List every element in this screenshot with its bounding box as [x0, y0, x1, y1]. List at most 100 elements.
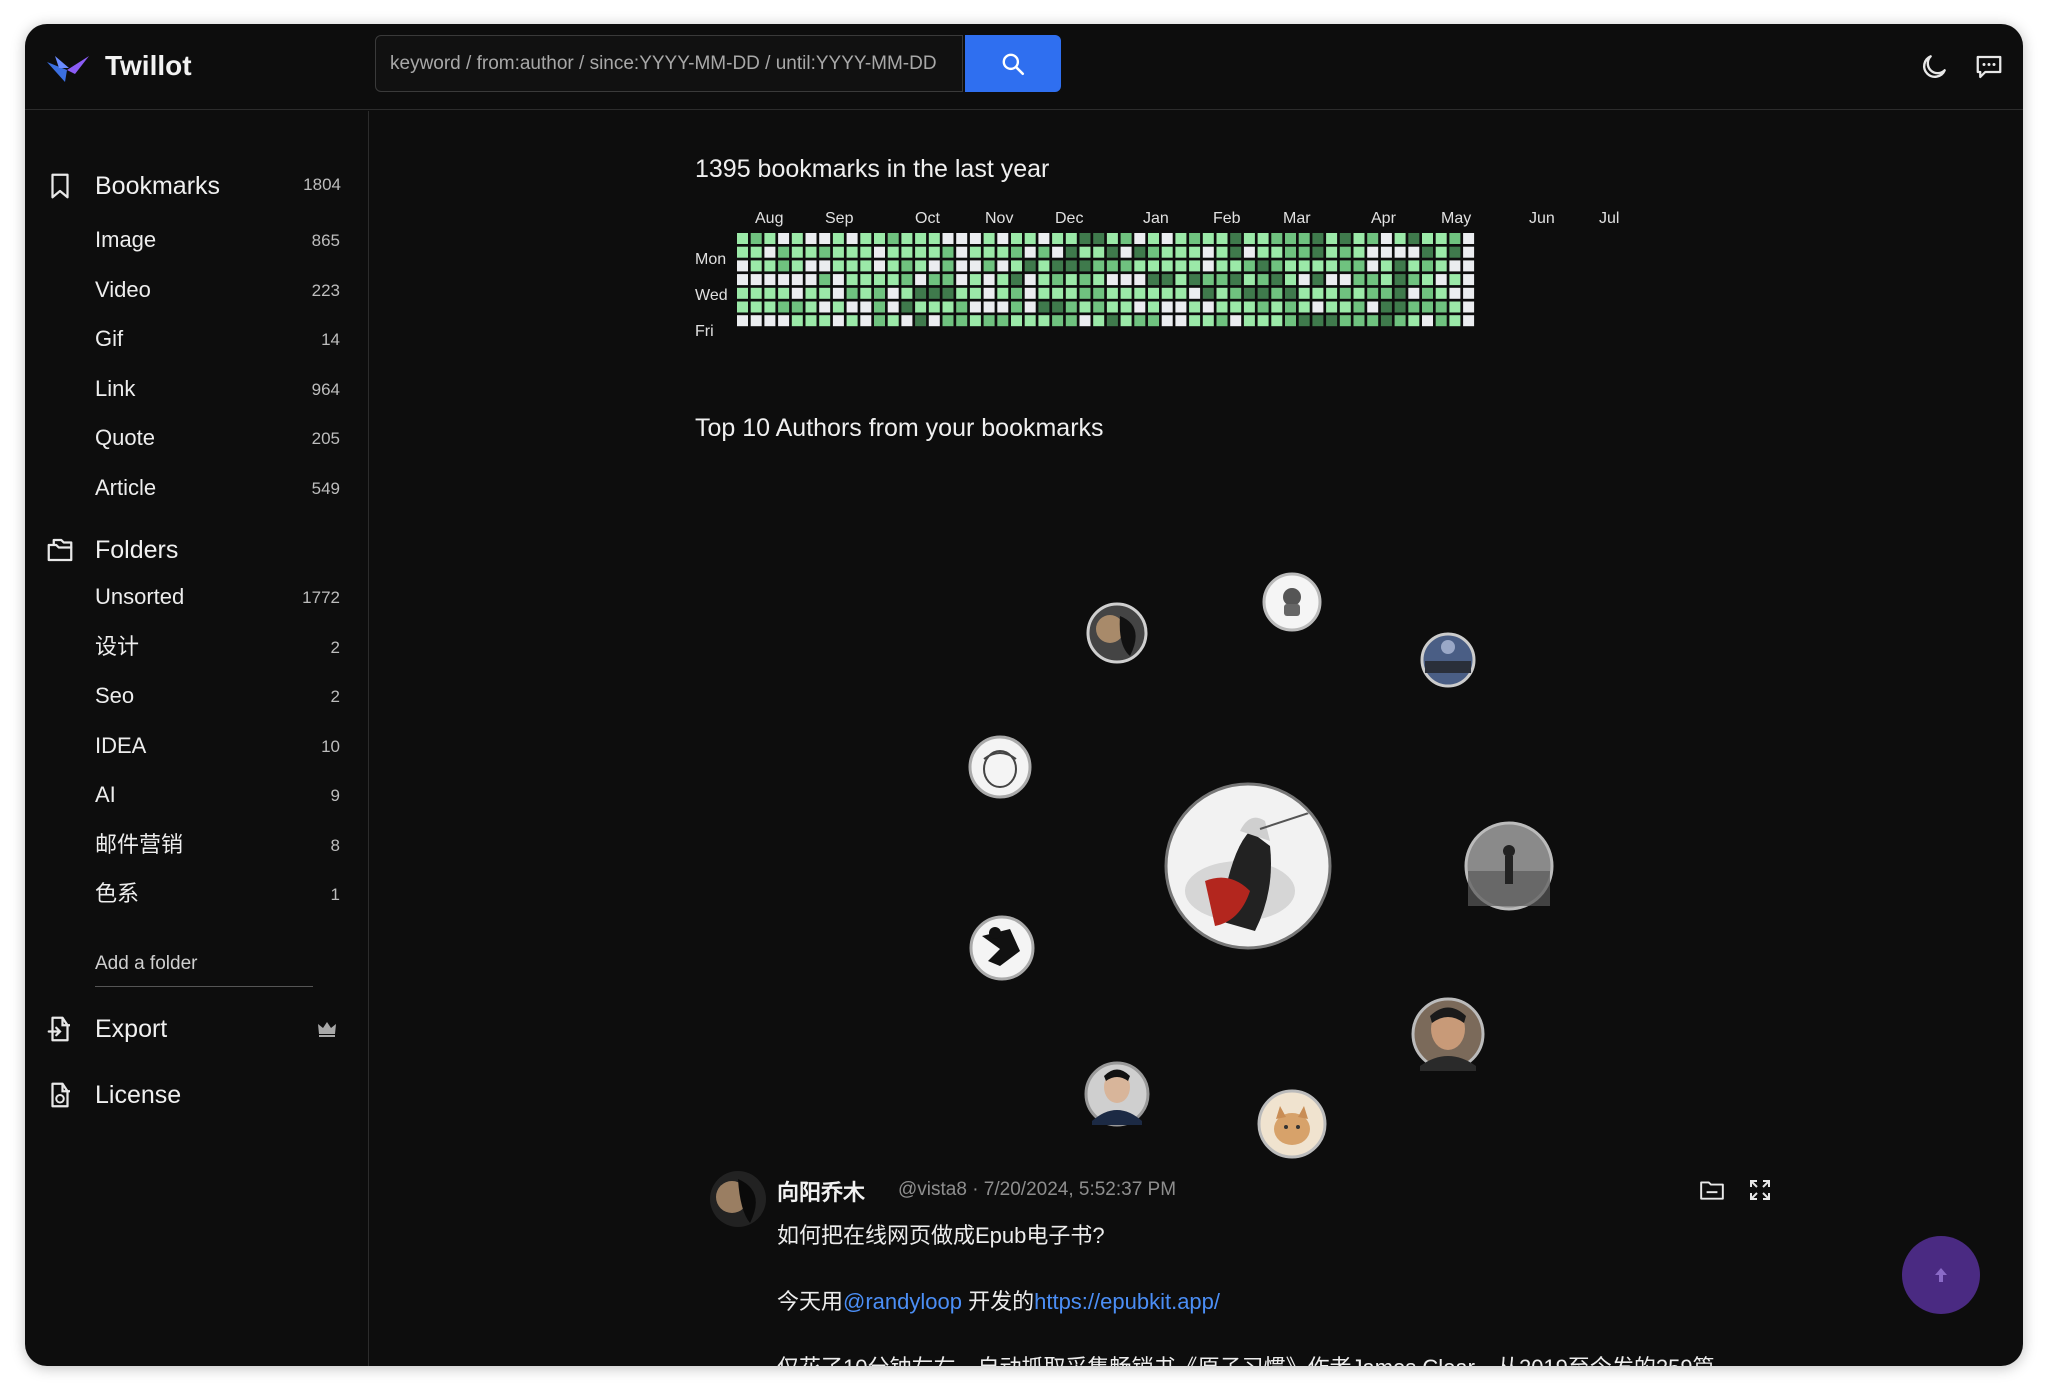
sidebar-item-link[interactable]: Link 964 — [95, 371, 340, 407]
sidebar-license-label: License — [95, 1081, 182, 1109]
heatmap-cell — [1079, 287, 1091, 299]
tweet-author-name[interactable]: 向阳乔木 — [777, 1175, 865, 1207]
heatmap-cell — [819, 233, 831, 244]
author-avatar[interactable] — [1084, 1061, 1150, 1127]
heatmap-cell — [1435, 233, 1447, 244]
author-avatar[interactable] — [968, 735, 1032, 799]
twillot-logo-icon[interactable] — [45, 52, 91, 84]
heatmap-cell — [764, 301, 776, 313]
avatar-image — [710, 1171, 766, 1227]
author-avatar[interactable] — [1164, 782, 1332, 950]
author-avatar[interactable] — [1262, 572, 1322, 632]
heatmap-cell — [1065, 274, 1077, 286]
tweet-avatar[interactable] — [710, 1171, 766, 1227]
heatmap-cell — [1463, 287, 1475, 299]
app-name[interactable]: Twillot — [105, 46, 192, 86]
heatmap-cell — [1202, 260, 1214, 272]
heatmap-cell — [1134, 287, 1146, 299]
heatmap-cell — [1367, 315, 1379, 327]
sidebar-item-video[interactable]: Video 223 — [95, 272, 340, 308]
heatmap-cell — [1326, 315, 1338, 327]
heatmap-month-label: Jul — [1599, 210, 1619, 227]
sidebar-item-folder[interactable]: Seo 2 — [95, 678, 340, 714]
tweet-card[interactable]: 向阳乔木 @vista8 · 7/20/2024, 5:52:37 PM 如何把… — [710, 1171, 1810, 1366]
heatmap-cell — [1422, 287, 1433, 299]
search-icon — [1002, 53, 1025, 75]
heatmap-cell — [1093, 246, 1105, 258]
author-avatar[interactable] — [969, 915, 1035, 981]
heatmap-cell — [901, 233, 913, 244]
author-avatar[interactable] — [1420, 632, 1476, 688]
heatmap-cell — [1202, 233, 1214, 244]
author-avatar[interactable] — [1257, 1089, 1327, 1159]
author-avatar[interactable] — [1086, 602, 1148, 664]
heatmap-cell — [750, 301, 762, 313]
url-link[interactable]: https://epubkit.app/ — [1034, 1289, 1220, 1314]
main-content: 1395 bookmarks in the last year Aug Sep Oc… — [370, 111, 2023, 1366]
sidebar-item-folder[interactable]: 色系 1 — [95, 876, 340, 912]
search-input[interactable] — [376, 36, 962, 91]
sidebar-bookmarks[interactable]: Bookmarks 1804 — [25, 165, 369, 205]
sidebar-item-gif[interactable]: Gif 14 — [95, 321, 340, 357]
mention-link[interactable]: @randyloop — [843, 1289, 962, 1314]
sidebar-item-folder[interactable]: 邮件营销 8 — [95, 827, 340, 863]
theme-toggle-button[interactable] — [1915, 48, 1953, 86]
heatmap-cell — [764, 287, 776, 299]
heatmap-cell — [1230, 301, 1242, 313]
heatmap-cell — [1024, 246, 1036, 258]
heatmap-month-label: May — [1441, 210, 1471, 227]
heatmap-cell — [1011, 233, 1022, 244]
sidebar-export[interactable]: Export — [25, 1008, 369, 1048]
heatmap-cell — [791, 301, 803, 313]
heatmap-cell — [819, 315, 831, 327]
heatmap-cell — [1463, 301, 1475, 313]
heatmap-cell — [874, 260, 885, 272]
sidebar-item-label: Seo — [95, 683, 135, 708]
heatmap-cell — [956, 315, 968, 327]
heatmap-cell — [764, 315, 776, 327]
heatmap-cell — [1134, 233, 1146, 244]
heatmap-cell — [1024, 233, 1036, 244]
heatmap-cell — [1202, 315, 1214, 327]
sidebar-item-label: Video — [95, 277, 151, 302]
heatmap-cell — [1367, 301, 1379, 313]
sidebar-item-folder[interactable]: AI 9 — [95, 777, 340, 813]
author-avatar[interactable] — [1464, 821, 1554, 911]
sidebar-license[interactable]: License — [25, 1074, 369, 1114]
heatmap-cell — [1216, 233, 1228, 244]
sidebar-item-folder[interactable]: IDEA 10 — [95, 728, 340, 764]
expand-button[interactable] — [1743, 1173, 1777, 1207]
sidebar-folders[interactable]: Folders — [25, 529, 369, 569]
heatmap-cell — [887, 274, 899, 286]
heatmap-cell — [915, 301, 927, 313]
feedback-button[interactable] — [1970, 48, 2008, 86]
sidebar-item-unsorted[interactable]: Unsorted 1772 — [95, 579, 340, 615]
search-button[interactable] — [965, 35, 1061, 92]
heatmap-cell — [1367, 287, 1379, 299]
heatmap-cell — [1202, 246, 1214, 258]
heatmap-cell — [846, 260, 858, 272]
heatmap-cell — [1271, 246, 1283, 258]
heatmap-cell — [956, 301, 968, 313]
heatmap-cell — [1216, 287, 1228, 299]
heatmap-cell — [1120, 246, 1132, 258]
sidebar-item-quote[interactable]: Quote 205 — [95, 420, 340, 456]
heatmap-cell — [1065, 315, 1077, 327]
sidebar-item-image[interactable]: Image 865 — [95, 222, 340, 258]
heatmap-cell — [901, 315, 913, 327]
heatmap-title: 1395 bookmarks in the last year — [695, 155, 1050, 183]
add-folder-input[interactable]: Add a folder — [95, 943, 313, 987]
heatmap-cell — [969, 260, 981, 272]
scroll-to-top-button[interactable] — [1902, 1236, 1980, 1314]
author-avatar[interactable] — [1411, 997, 1485, 1071]
heatmap-cell — [805, 246, 817, 258]
sidebar-item-folder[interactable]: 设计 2 — [95, 629, 340, 665]
heatmap-cell — [942, 260, 954, 272]
move-to-folder-button[interactable] — [1695, 1173, 1729, 1207]
heatmap-cell — [860, 315, 872, 327]
heatmap-cell — [1052, 315, 1064, 327]
sidebar-item-label: Gif — [95, 326, 124, 351]
sidebar-item-count: 9 — [330, 786, 340, 805]
sidebar-item-article[interactable]: Article 549 — [95, 470, 340, 506]
heatmap-cell — [1011, 301, 1022, 313]
